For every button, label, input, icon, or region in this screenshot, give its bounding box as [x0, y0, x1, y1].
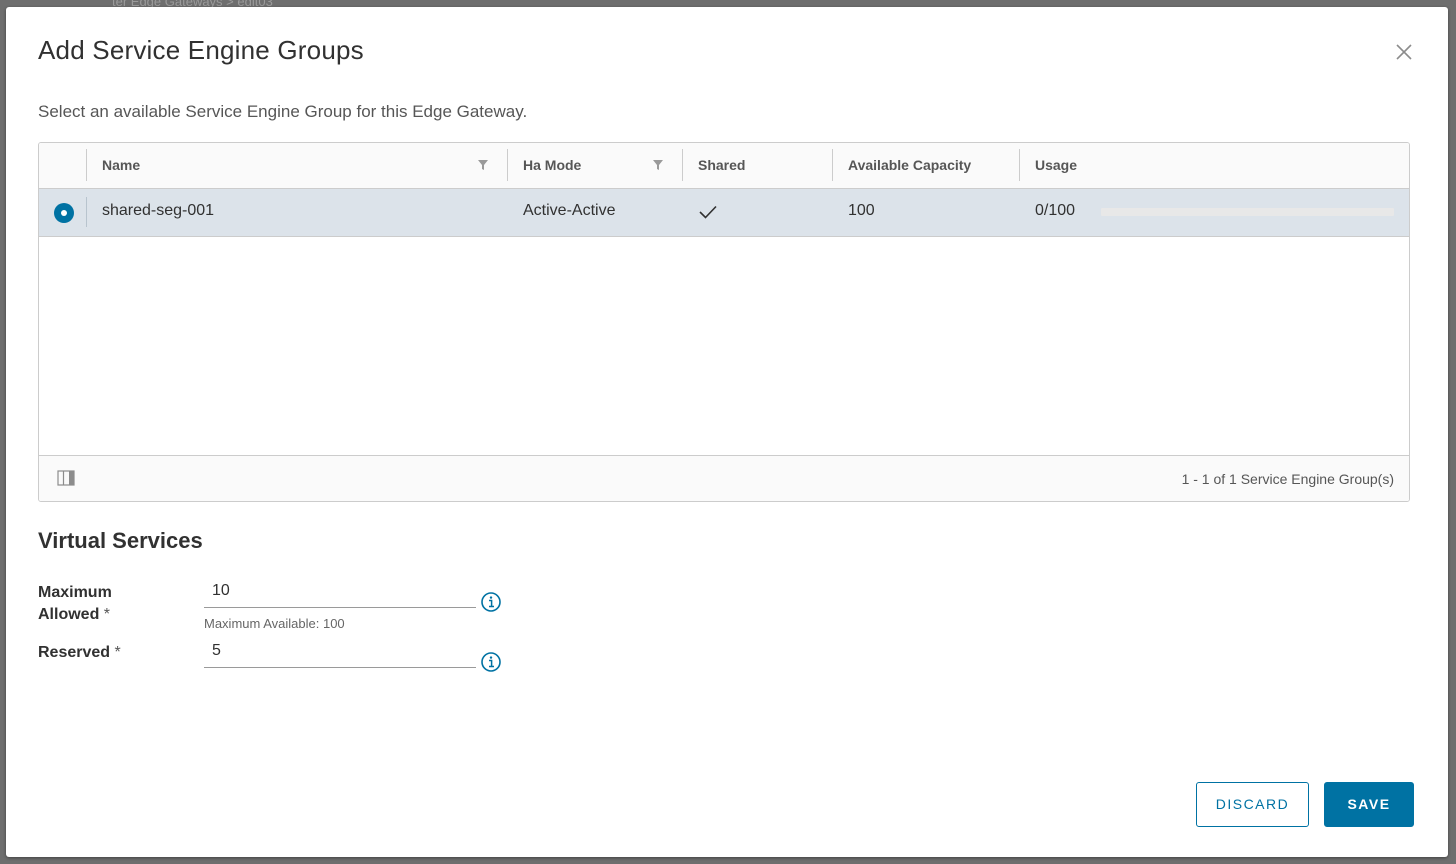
- column-header-shared[interactable]: Shared: [698, 143, 745, 189]
- check-icon: [699, 205, 717, 219]
- virtual-services-title: Virtual Services: [38, 528, 203, 553]
- column-separator: [507, 149, 508, 181]
- reserved-input[interactable]: [204, 638, 476, 668]
- reserved-label: Reserved *: [38, 642, 121, 664]
- column-header-usage[interactable]: Usage: [1035, 143, 1077, 189]
- column-header-name[interactable]: Name: [102, 143, 140, 189]
- required-marker: *: [114, 644, 121, 661]
- row-select-radio[interactable]: [54, 203, 74, 223]
- save-button[interactable]: SAVE: [1324, 782, 1414, 827]
- column-separator: [1019, 149, 1020, 181]
- column-separator: [86, 149, 87, 181]
- close-button[interactable]: [1392, 40, 1416, 64]
- maximum-allowed-input[interactable]: [204, 578, 476, 608]
- column-separator: [832, 149, 833, 181]
- column-header-available-capacity[interactable]: Available Capacity: [848, 143, 971, 189]
- row-separator: [86, 197, 87, 227]
- column-toggle-icon[interactable]: [57, 470, 75, 486]
- column-separator: [682, 149, 683, 181]
- usage-progress-bar: [1101, 208, 1394, 216]
- reserved-label-text: Reserved: [38, 644, 111, 661]
- grid-footer: 1 - 1 of 1 Service Engine Group(s): [39, 455, 1409, 501]
- service-engine-group-grid: Name Ha Mode Shared Available Capacity U…: [38, 142, 1410, 502]
- modal-title: Add Service Engine Groups: [38, 35, 364, 65]
- discard-button[interactable]: DISCARD: [1196, 782, 1309, 827]
- add-service-engine-groups-dialog: Add Service Engine Groups Select an avai…: [6, 7, 1448, 857]
- filter-icon[interactable]: [477, 159, 489, 171]
- cell-name: shared-seg-001: [102, 202, 215, 219]
- close-icon: [1396, 44, 1412, 60]
- cell-available-capacity: 100: [848, 202, 875, 219]
- filter-icon[interactable]: [652, 159, 664, 171]
- pagination-summary: 1 - 1 of 1 Service Engine Group(s): [1181, 471, 1394, 487]
- modal-subtitle: Select an available Service Engine Group…: [38, 102, 528, 121]
- info-icon[interactable]: [480, 591, 502, 613]
- info-icon[interactable]: [480, 651, 502, 673]
- maximum-allowed-label: Maximum Allowed *: [38, 582, 148, 626]
- grid-header: Name Ha Mode Shared Available Capacity U…: [39, 143, 1409, 189]
- table-row[interactable]: shared-seg-001 Active-Active 100 0/100: [39, 189, 1409, 237]
- cell-usage: 0/100: [1035, 202, 1076, 219]
- cell-ha-mode: Active-Active: [523, 202, 616, 219]
- required-marker: *: [103, 606, 111, 623]
- maximum-allowed-label-text: Maximum Allowed: [38, 584, 112, 623]
- maximum-available-helper: Maximum Available: 100: [204, 616, 345, 631]
- column-header-ha-mode[interactable]: Ha Mode: [523, 143, 581, 189]
